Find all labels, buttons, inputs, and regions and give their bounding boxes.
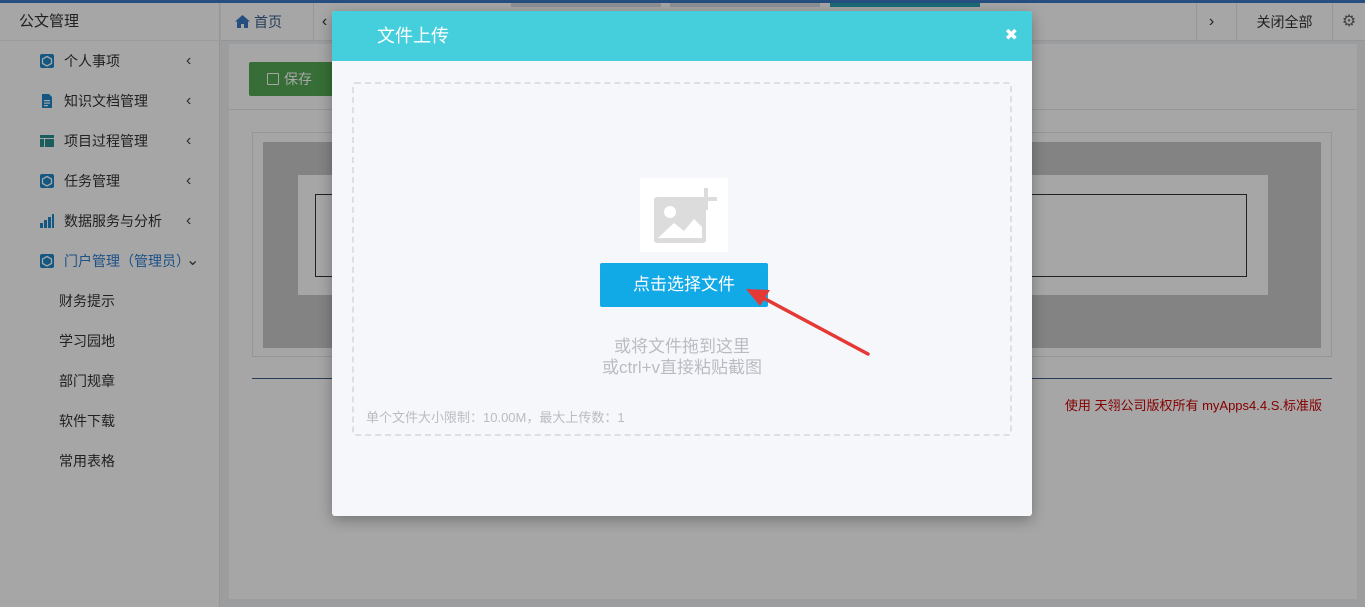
dialog-title: 文件上传 [377, 26, 449, 46]
file-drop-zone[interactable]: 点击选择文件 或将文件拖到这里 或ctrl+v直接粘贴截图 单个文件大小限制：1… [352, 82, 1012, 436]
annotation-arrow [746, 289, 870, 356]
image-placeholder-icon [640, 178, 728, 252]
upload-limit-text: 单个文件大小限制：10.00M，最大上传数：1 [366, 410, 625, 425]
paste-hint-text: 或ctrl+v直接粘贴截图 [601, 358, 763, 377]
file-upload-dialog: 文件上传 ✖ 点击选择文件 或将文件拖到这里 或ctrl+v直接粘贴截图 单个文… [332, 11, 1032, 516]
close-icon[interactable]: ✖ [1005, 11, 1018, 61]
dialog-header: 文件上传 ✖ [332, 11, 1032, 61]
